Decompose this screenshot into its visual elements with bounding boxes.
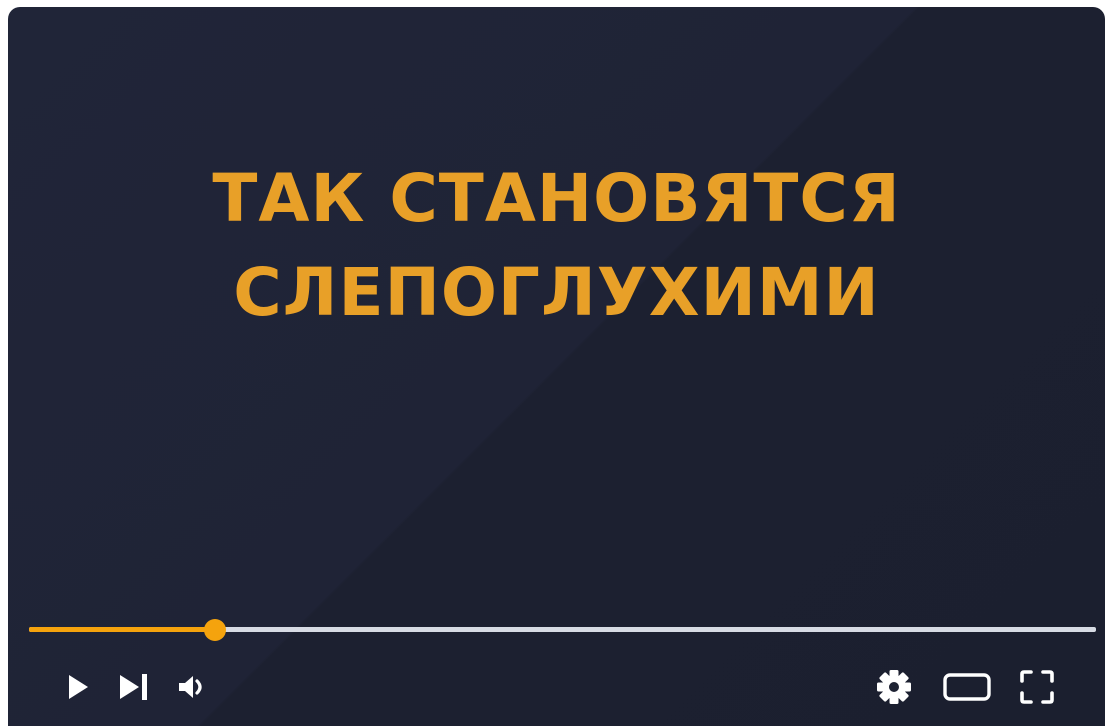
video-player[interactable]: ТАК СТАНОВЯТСЯ СЛЕПОГЛУХИМИ bbox=[8, 7, 1105, 726]
progress-scrubber-handle[interactable] bbox=[203, 619, 226, 641]
title-line-2: СЛЕПОГЛУХИМИ bbox=[233, 254, 880, 331]
fullscreen-button[interactable] bbox=[1017, 667, 1057, 707]
progress-bar[interactable] bbox=[29, 619, 1096, 641]
control-bar bbox=[8, 659, 1105, 715]
fullscreen-icon bbox=[1020, 670, 1054, 704]
volume-icon bbox=[179, 676, 202, 698]
theater-mode-icon bbox=[943, 673, 991, 701]
title-line-1: ТАК СТАНОВЯТСЯ bbox=[212, 160, 901, 237]
next-icon bbox=[120, 674, 147, 700]
progress-played bbox=[29, 627, 215, 632]
settings-icon bbox=[877, 670, 911, 704]
volume-button[interactable] bbox=[174, 667, 214, 707]
play-icon bbox=[69, 675, 88, 699]
settings-button[interactable] bbox=[874, 667, 914, 707]
next-button[interactable] bbox=[114, 667, 154, 707]
play-button[interactable] bbox=[58, 667, 98, 707]
theater-mode-button[interactable] bbox=[942, 667, 992, 707]
video-title-card: ТАК СТАНОВЯТСЯ СЛЕПОГЛУХИМИ bbox=[8, 152, 1105, 340]
